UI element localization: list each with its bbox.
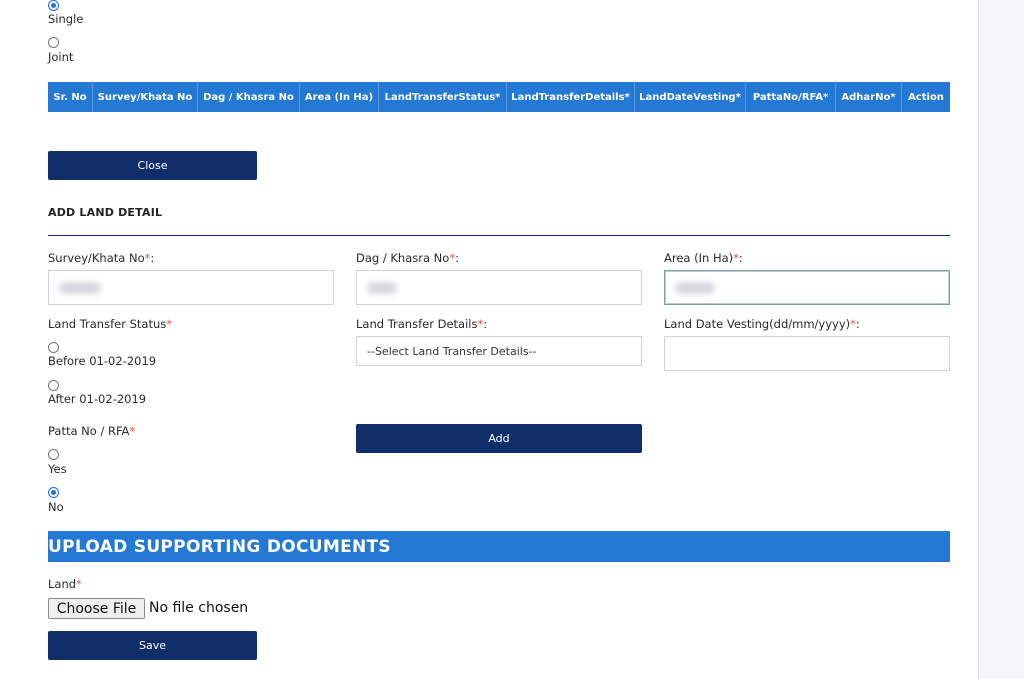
col-area: Area (In Ha) [300, 82, 379, 112]
section-divider [48, 235, 950, 236]
after-date-radio[interactable] [48, 380, 59, 391]
patta-no-radio[interactable] [48, 487, 59, 498]
joint-radio[interactable] [48, 37, 59, 48]
land-transfer-status-label: Land Transfer Status* [48, 317, 172, 331]
patta-yes-label: Yes [48, 462, 67, 476]
file-status-text: No file chosen [149, 600, 249, 616]
upload-documents-heading: UPLOAD SUPPORTING DOCUMENTS [48, 531, 950, 562]
col-action: Action [908, 91, 944, 103]
joint-label: Joint [48, 50, 74, 64]
land-detail-table-header: Sr. No Survey/Khata No Dag / Khasra No A… [48, 82, 950, 112]
land-transfer-details-select[interactable]: --Select Land Transfer Details-- [356, 336, 642, 366]
land-date-vesting-label: Land Date Vesting(dd/mm/yyyy)*: [664, 317, 860, 331]
col-adhar-no: AdharNo* [836, 82, 902, 112]
area-input[interactable] [664, 270, 950, 305]
land-date-vesting-input[interactable] [664, 336, 950, 371]
redacted-value [367, 282, 397, 294]
page-background-strip [979, 0, 1024, 679]
before-date-radio[interactable] [48, 342, 59, 353]
survey-khata-label: Survey/Khata No*: [48, 251, 155, 265]
land-transfer-details-label: Land Transfer Details*: [356, 317, 488, 331]
save-button[interactable]: Save [48, 631, 257, 660]
land-upload-label: Land* [48, 577, 82, 591]
patta-no-label: No [48, 500, 64, 514]
single-radio[interactable] [48, 0, 59, 11]
add-button[interactable]: Add [356, 424, 642, 453]
col-land-transfer-details: LandTransferDetails* [507, 82, 635, 112]
before-date-label: Before 01-02-2019 [48, 354, 157, 368]
col-dag-khasra-no: Dag / Khasra No [198, 82, 300, 112]
col-land-transfer-status: LandTransferStatus* [379, 82, 507, 112]
close-button[interactable]: Close [48, 151, 257, 180]
col-land-date-vesting: LandDateVesting* [635, 82, 746, 112]
choose-file-button[interactable]: Choose File [48, 598, 145, 619]
area-label: Area (In Ha)*: [664, 251, 743, 265]
add-land-detail-heading: ADD LAND DETAIL [48, 206, 163, 219]
patta-yes-radio[interactable] [48, 449, 59, 460]
form-page: Single Joint Sr. No Survey/Khata No Dag … [0, 0, 979, 679]
after-date-label: After 01-02-2019 [48, 392, 147, 406]
dag-khasra-label: Dag / Khasra No*: [356, 251, 459, 265]
survey-khata-input[interactable] [48, 270, 334, 305]
single-label: Single [48, 12, 84, 26]
patta-no-rfa-label: Patta No / RFA* [48, 424, 136, 438]
col-patta-no-rfa: PattaNo/RFA* [746, 82, 836, 112]
land-transfer-details-selected: --Select Land Transfer Details-- [367, 344, 537, 358]
col-survey-khata-no: Survey/Khata No [93, 82, 198, 112]
redacted-value [675, 282, 715, 294]
dag-khasra-input[interactable] [356, 270, 642, 305]
col-sr-no: Sr. No [48, 82, 93, 112]
redacted-value [59, 282, 101, 294]
